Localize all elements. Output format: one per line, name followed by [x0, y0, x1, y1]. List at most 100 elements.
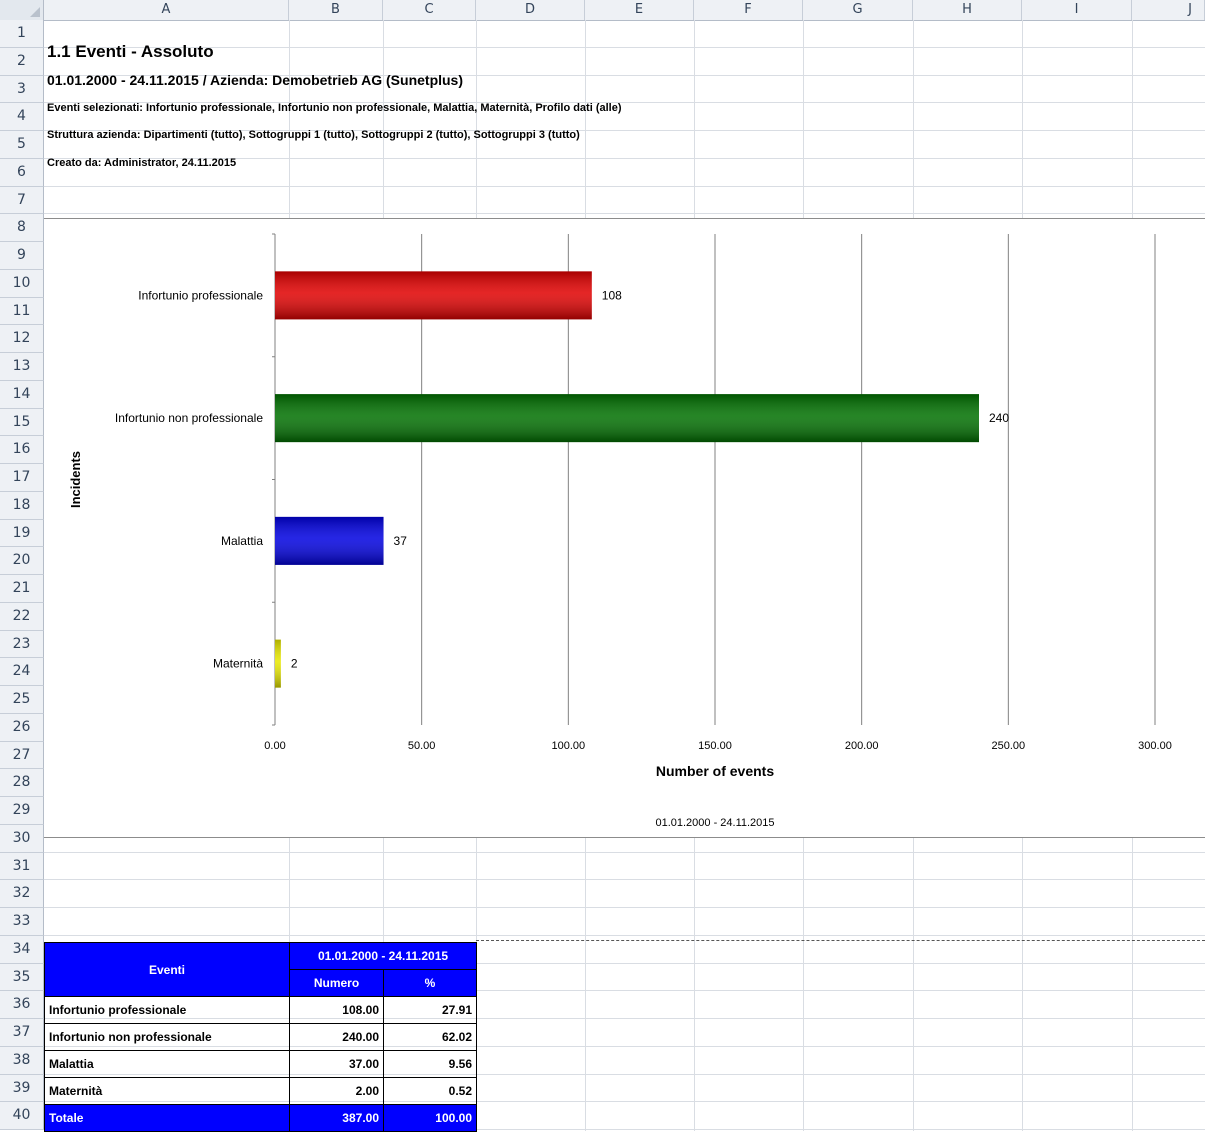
x-axis-title: Number of events — [656, 763, 774, 779]
row-gridline — [44, 851, 1205, 853]
row-label: Maternità — [44, 1077, 290, 1105]
column-header-i[interactable]: I — [1022, 0, 1132, 20]
tick-label: 100.00 — [552, 740, 586, 752]
row-header[interactable]: 32 — [0, 880, 44, 908]
row-percent: 27.91 — [383, 996, 477, 1024]
row-header[interactable]: 27 — [0, 741, 44, 770]
category-label: Infortunio professionale — [138, 288, 263, 302]
spreadsheet[interactable]: A B C D E F G H I J 1 2 3 4 5 6 7 8 9 10 11 12 13 14 1… — [0, 0, 1205, 1132]
row-header[interactable]: 17 — [0, 464, 44, 492]
row-header[interactable]: 31 — [0, 852, 44, 881]
row-header[interactable]: 6 — [0, 158, 44, 187]
row-header[interactable]: 1 — [0, 20, 44, 48]
table-header-number: Numero — [289, 969, 384, 997]
row-header[interactable]: 9 — [0, 242, 44, 270]
row-header[interactable]: 16 — [0, 436, 44, 464]
table-header-percent: % — [383, 969, 477, 997]
row-percent: 0.52 — [383, 1077, 477, 1105]
row-number: 108.00 — [289, 996, 384, 1024]
table-row: Infortunio professionale 108.00 27.91 — [44, 996, 477, 1024]
bar-chart[interactable]: Infortunio professionale 108 Infortunio no… — [44, 218, 1205, 838]
row-label: Infortunio professionale — [44, 996, 290, 1024]
category-label: Infortunio non professionale — [115, 411, 263, 425]
row-header[interactable]: 12 — [0, 325, 44, 353]
row-header[interactable]: 21 — [0, 575, 44, 603]
events-table: Eventi 01.01.2000 - 24.11.2015 Numero % … — [44, 942, 477, 1132]
category-label: Malattia — [221, 534, 263, 548]
company-structure: Struttura azienda: Dipartimenti (tutto),… — [47, 129, 580, 141]
row-header[interactable]: 22 — [0, 602, 44, 631]
row-number: 240.00 — [289, 1023, 384, 1051]
row-header[interactable]: 39 — [0, 1074, 44, 1103]
row-header[interactable]: 14 — [0, 380, 44, 409]
tick-label: 300.00 — [1138, 740, 1172, 752]
tick-label: 150.00 — [698, 740, 732, 752]
selected-events: Eventi selezionati: Infortunio professio… — [47, 102, 622, 114]
row-header[interactable]: 29 — [0, 797, 44, 825]
row-gridline — [44, 185, 1205, 187]
column-header-b[interactable]: B — [289, 0, 383, 20]
data-label: 2 — [291, 657, 298, 671]
row-gridline — [44, 213, 1205, 215]
created-by: Creato da: Administrator, 24.11.2015 — [47, 157, 237, 169]
row-header[interactable]: 7 — [0, 186, 44, 215]
row-number: 37.00 — [289, 1050, 384, 1078]
row-header[interactable]: 3 — [0, 75, 44, 104]
data-label: 240 — [989, 411, 1009, 425]
row-header[interactable]: 36 — [0, 991, 44, 1019]
column-header-g[interactable]: G — [803, 0, 913, 20]
data-label: 37 — [394, 534, 408, 548]
row-header[interactable]: 38 — [0, 1046, 44, 1075]
row-header[interactable]: 13 — [0, 353, 44, 381]
row-label: Malattia — [44, 1050, 290, 1078]
table-row: Maternità 2.00 0.52 — [44, 1077, 477, 1105]
table-row: Malattia 37.00 9.56 — [44, 1050, 477, 1078]
row-header[interactable]: 37 — [0, 1019, 44, 1047]
total-label: Totale — [44, 1104, 290, 1132]
row-header[interactable]: 23 — [0, 630, 44, 659]
tick-label: 250.00 — [992, 740, 1026, 752]
row-header[interactable]: 40 — [0, 1102, 44, 1130]
row-header[interactable]: 15 — [0, 408, 44, 437]
column-header-d[interactable]: D — [476, 0, 585, 20]
row-percent: 62.02 — [383, 1023, 477, 1051]
tick-label: 0.00 — [264, 740, 285, 752]
row-header[interactable]: 11 — [0, 297, 44, 326]
row-header[interactable]: 24 — [0, 658, 44, 686]
bar-shading — [275, 394, 979, 443]
row-header[interactable]: 25 — [0, 686, 44, 714]
row-percent: 9.56 — [383, 1050, 477, 1078]
bar-shading — [275, 271, 592, 320]
row-header[interactable]: 5 — [0, 131, 44, 159]
period-label: 01.01.2000 - 24.11.2015 — [655, 817, 774, 829]
row-number: 2.00 — [289, 1077, 384, 1105]
table-header-events: Eventi — [44, 942, 290, 997]
column-header-c[interactable]: C — [383, 0, 476, 20]
row-header[interactable]: 2 — [0, 47, 44, 76]
row-header[interactable]: 35 — [0, 963, 44, 992]
row-header[interactable]: 34 — [0, 935, 44, 964]
row-header[interactable]: 18 — [0, 491, 44, 520]
row-gridline — [44, 46, 1205, 48]
page-break-line — [476, 940, 1205, 941]
select-all-corner[interactable] — [0, 0, 44, 20]
row-header[interactable]: 20 — [0, 547, 44, 575]
row-header[interactable]: 33 — [0, 908, 44, 936]
row-header[interactable]: 30 — [0, 824, 44, 853]
row-header[interactable]: 28 — [0, 769, 44, 797]
row-header[interactable]: 19 — [0, 519, 44, 548]
column-header-j[interactable]: J — [1132, 0, 1205, 20]
column-header-a[interactable]: A — [44, 0, 289, 20]
row-header[interactable]: 10 — [0, 269, 44, 298]
report-title: 1.1 Eventi - Assoluto — [47, 42, 214, 61]
table-header-period: 01.01.2000 - 24.11.2015 — [289, 942, 477, 970]
column-header-h[interactable]: H — [913, 0, 1022, 20]
column-header-f[interactable]: F — [694, 0, 803, 20]
table-total-row: Totale 387.00 100.00 — [44, 1104, 477, 1132]
row-header[interactable]: 4 — [0, 103, 44, 131]
row-header[interactable]: 8 — [0, 214, 44, 242]
row-header[interactable]: 26 — [0, 713, 44, 742]
column-header-e[interactable]: E — [585, 0, 694, 20]
chart-canvas: Infortunio professionale 108 Infortunio no… — [68, 233, 1172, 829]
table-row: Infortunio non professionale 240.00 62.0… — [44, 1023, 477, 1051]
